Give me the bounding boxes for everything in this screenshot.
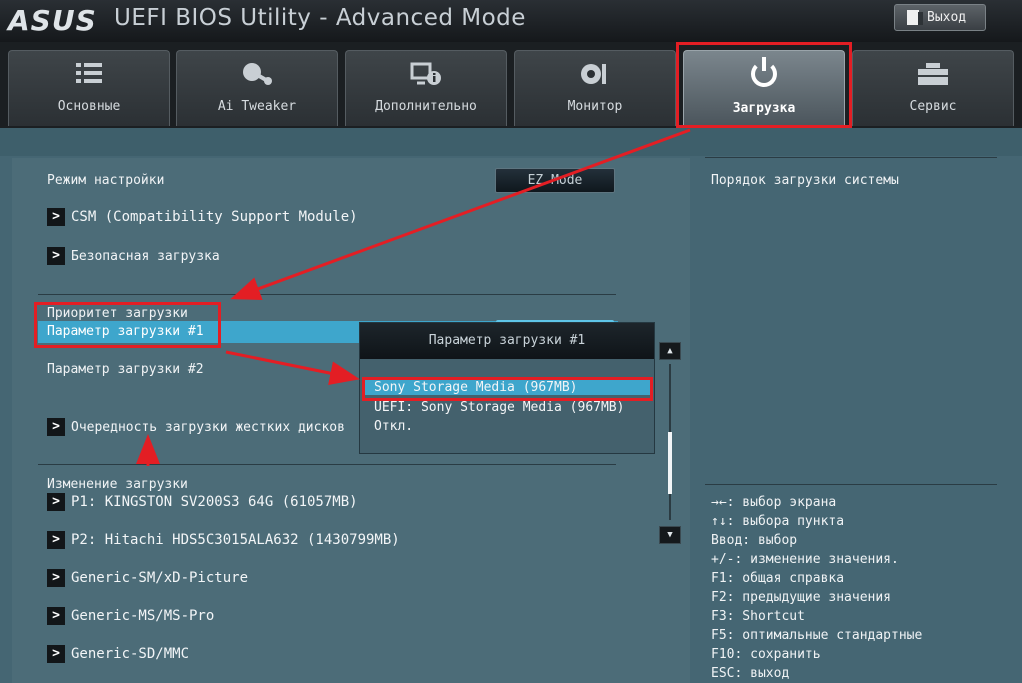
boot-override-label: Generic-SD/MMC: [71, 646, 190, 662]
exit-button-label: Выход: [927, 10, 967, 25]
annotation-box-boot-tab: [676, 42, 852, 128]
tab-bar: Основные Ai Tweaker Дополнительно Монито…: [0, 42, 1022, 128]
tab-label: Ai Tweaker: [217, 99, 297, 114]
tab-monitor[interactable]: Монитор: [514, 50, 676, 126]
csm-submenu[interactable]: > CSM (Compatibility Support Module): [47, 208, 358, 226]
help-key-line: F2: предыдущие значения: [711, 590, 892, 605]
boot-override-item[interactable]: > Generic-MS/MS-Pro: [47, 607, 214, 625]
annotation-box-selected-option: [362, 377, 653, 401]
help-key-line: F3: Shortcut: [711, 609, 805, 624]
secure-boot-label: Безопасная загрузка: [71, 248, 220, 264]
boot-override-heading: Изменение загрузки: [47, 477, 188, 492]
tab-tool[interactable]: Сервис: [852, 50, 1014, 126]
scroll-up-button[interactable]: ▲: [659, 342, 681, 360]
title-bar: ASUS UEFI BIOS Utility - Advanced Mode В…: [0, 0, 1022, 42]
help-divider: [705, 157, 997, 158]
submenu-arrow-icon: >: [47, 569, 65, 587]
boot-override-item[interactable]: > P2: Hitachi HDS5C3015ALA632 (1430799MB…: [47, 531, 400, 549]
divider: [38, 464, 616, 465]
help-divider: [705, 484, 997, 485]
csm-label: CSM (Compatibility Support Module): [71, 209, 358, 225]
asus-logo: ASUS: [8, 4, 97, 37]
tab-label: Монитор: [567, 99, 623, 114]
help-key-line: ↑↓: выбора пункта: [711, 514, 845, 529]
tab-ai-tweaker[interactable]: Ai Tweaker: [176, 50, 338, 126]
scrollbar-thumb[interactable]: [668, 432, 672, 494]
submenu-arrow-icon: >: [47, 531, 65, 549]
help-key-line: →←: выбор экрана: [711, 495, 837, 510]
hdd-priority-submenu[interactable]: > Очередность загрузки жестких дисков: [47, 418, 345, 436]
help-description: Порядок загрузки системы: [711, 173, 899, 188]
dropdown-option[interactable]: UEFI: Sony Storage Media (967MB): [374, 400, 624, 415]
annotation-box-boot-priority: [34, 302, 221, 348]
help-key-line: Ввод: выбор: [711, 533, 798, 548]
setup-mode-label: Режим настройки: [47, 173, 165, 188]
secure-boot-submenu[interactable]: > Безопасная загрузка: [47, 247, 220, 265]
list-icon: [69, 61, 109, 89]
dropdown-title: Параметр загрузки #1: [360, 323, 654, 359]
help-key-line: ESC: выход: [711, 666, 790, 681]
dropdown-option[interactable]: Откл.: [374, 419, 413, 434]
boot-override-label: P1: KINGSTON SV200S3 64G (61057MB): [71, 494, 358, 510]
boot-override-item[interactable]: > P1: KINGSTON SV200S3 64G (61057MB): [47, 493, 358, 511]
tab-label: Основные: [57, 99, 121, 114]
submenu-arrow-icon: >: [47, 208, 65, 226]
submenu-arrow-icon: >: [47, 607, 65, 625]
boot-option-2-label[interactable]: Параметр загрузки #2: [47, 362, 204, 377]
tab-advanced[interactable]: Дополнительно: [345, 50, 507, 126]
boot-override-item[interactable]: > Generic-SD/MMC: [47, 645, 189, 663]
divider: [38, 294, 616, 295]
submenu-arrow-icon: >: [47, 418, 65, 436]
boot-override-label: Generic-SM/xD-Picture: [71, 570, 249, 586]
app-title: UEFI BIOS Utility - Advanced Mode: [114, 5, 526, 31]
advanced-info-icon: [406, 61, 446, 89]
boot-override-label: Generic-MS/MS-Pro: [71, 608, 215, 624]
submenu-arrow-icon: >: [47, 247, 65, 265]
boot-override-label: P2: Hitachi HDS5C3015ALA632 (1430799MB): [71, 532, 400, 548]
tab-main[interactable]: Основные: [8, 50, 170, 126]
submenu-arrow-icon: >: [47, 645, 65, 663]
ez-mode-button[interactable]: EZ Mode: [495, 168, 615, 193]
main-top-strip: [0, 128, 1022, 156]
help-key-line: +/-: изменение значения.: [711, 552, 899, 567]
scroll-down-button[interactable]: ▼: [659, 526, 681, 544]
exit-door-icon: [907, 10, 923, 25]
toolbox-icon: [913, 61, 953, 89]
hdd-priority-label: Очередность загрузки жестких дисков: [71, 419, 345, 435]
submenu-arrow-icon: >: [47, 493, 65, 511]
exit-button[interactable]: Выход: [894, 4, 986, 31]
help-key-line: F1: общая справка: [711, 571, 845, 586]
boot-override-item[interactable]: > Generic-SM/xD-Picture: [47, 569, 248, 587]
ai-tweaker-icon: [237, 61, 277, 89]
tab-label: Сервис: [909, 99, 957, 114]
tab-label: Дополнительно: [375, 99, 477, 114]
monitor-gauge-icon: [575, 61, 615, 89]
help-key-line: F10: сохранить: [711, 647, 821, 662]
help-key-line: F5: оптимальные стандартные: [711, 628, 923, 643]
